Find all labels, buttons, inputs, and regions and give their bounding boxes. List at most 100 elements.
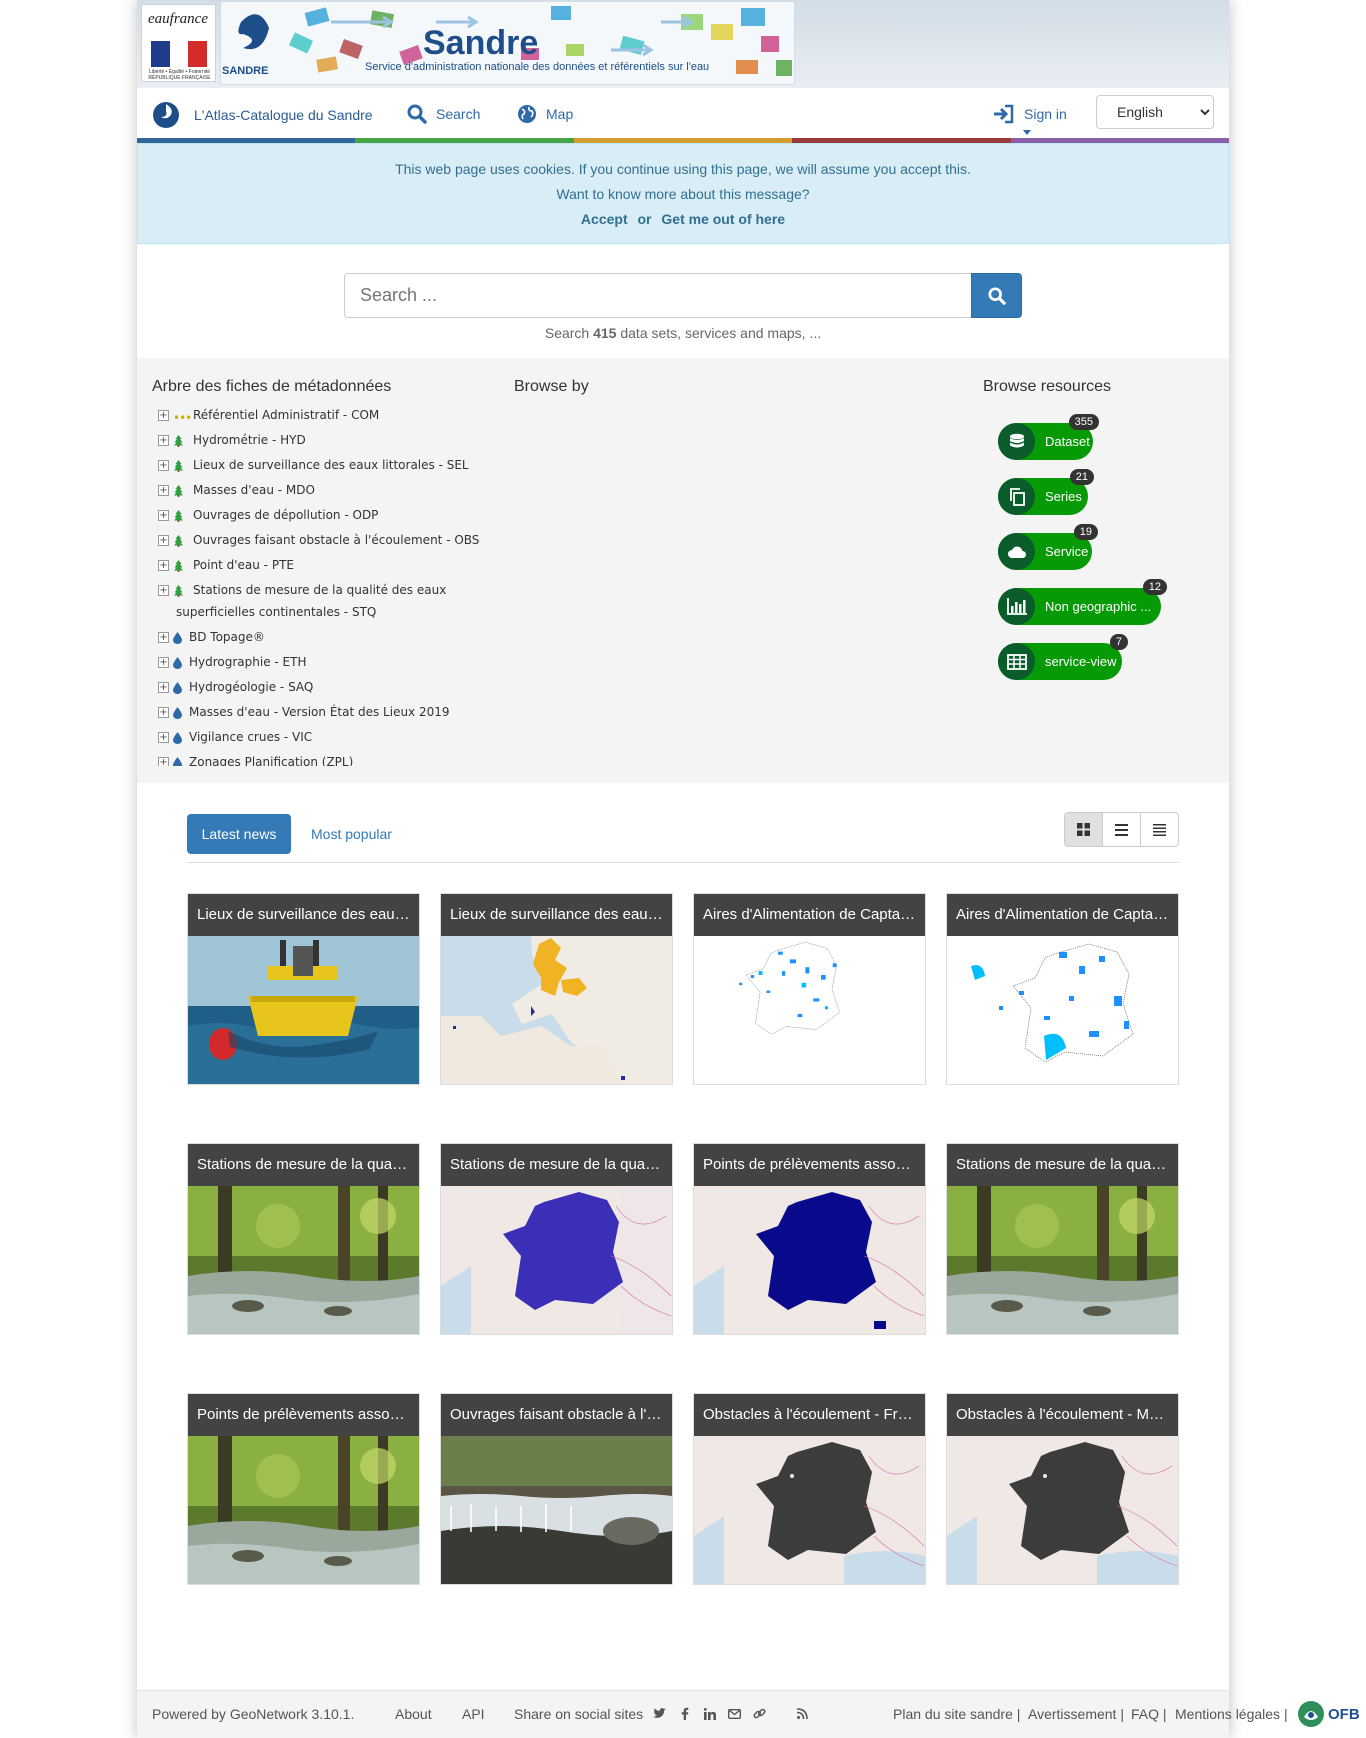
tree-item[interactable]: + Masses d'eau - MDO xyxy=(153,479,483,504)
nav-search[interactable]: Search xyxy=(407,104,480,124)
tree-item[interactable]: + BD Topage® xyxy=(153,626,483,651)
expand-icon[interactable]: + xyxy=(158,485,169,496)
search-button[interactable] xyxy=(971,273,1022,318)
news-card[interactable]: Stations de mesure de la qualité xyxy=(187,1143,420,1335)
resource-service-view-button[interactable]: service-view 7 xyxy=(998,634,1128,680)
twitter-icon[interactable] xyxy=(652,1706,667,1721)
expand-icon[interactable]: + xyxy=(158,682,169,693)
tree-item-label: Hydrogéologie - SAQ xyxy=(189,680,314,694)
tree-item-label: Vigilance crues - VIC xyxy=(189,730,313,744)
news-card[interactable]: Lieux de surveillance des eaux littorale… xyxy=(187,893,420,1085)
expand-icon[interactable]: + xyxy=(158,585,169,596)
cookie-out-link[interactable]: Get me out of here xyxy=(661,211,785,227)
resource-non-geographic-button[interactable]: Non geographic ... 12 xyxy=(998,579,1167,625)
water-drop-icon xyxy=(173,679,182,701)
resource-label: service-view xyxy=(1045,654,1117,669)
tree-item-label: Ouvrages de dépollution - ODP xyxy=(193,508,379,522)
news-card[interactable]: Aires d'Alimentation de Captages xyxy=(693,893,926,1085)
permalink-icon[interactable] xyxy=(752,1706,767,1721)
footer: Powered by GeoNetwork 3.10.1. About API … xyxy=(137,1690,1288,1738)
news-card[interactable]: Ouvrages faisant obstacle à l'écoulement xyxy=(440,1393,673,1585)
tree-icon xyxy=(173,532,184,554)
nav-map[interactable]: Map xyxy=(517,104,573,124)
expand-icon[interactable]: + xyxy=(158,560,169,571)
expand-icon[interactable]: + xyxy=(158,435,169,446)
tree-item[interactable]: + Hydrographie - ETH xyxy=(153,651,483,676)
footer-sitemap-link[interactable]: Plan du site sandre | xyxy=(893,1691,1020,1737)
expand-icon[interactable]: + xyxy=(158,460,169,471)
news-card[interactable]: Stations de mesure de la qualité xyxy=(440,1143,673,1335)
view-toggle-group xyxy=(1064,812,1179,847)
tree-icon xyxy=(173,482,184,504)
resource-count-badge: 12 xyxy=(1142,579,1167,595)
resource-count-badge: 355 xyxy=(1068,414,1099,430)
powered-by: Powered by GeoNetwork 3.10.1. xyxy=(152,1706,355,1722)
grid-view-button[interactable] xyxy=(1065,813,1102,846)
tree-item[interactable]: + Zonages Planification (ZPL) xyxy=(153,751,483,766)
tree-item[interactable]: + Ouvrages de dépollution - ODP xyxy=(153,504,483,529)
expand-icon[interactable]: + xyxy=(158,535,169,546)
footer-api-link[interactable]: API xyxy=(462,1691,485,1737)
expand-icon[interactable]: + xyxy=(158,510,169,521)
ofb-logo[interactable]: OFB xyxy=(1296,1697,1364,1731)
news-card[interactable]: Lieux de surveillance des eaux littorale… xyxy=(440,893,673,1085)
expand-icon[interactable]: + xyxy=(158,732,169,743)
cookie-more-link[interactable]: Want to know more about this message? xyxy=(138,182,1228,207)
news-card[interactable]: Obstacles à l'écoulement - Métropole xyxy=(946,1393,1179,1585)
news-card-thumbnail xyxy=(947,936,1178,1084)
linkedin-icon[interactable] xyxy=(702,1706,717,1721)
rss-icon[interactable] xyxy=(795,1706,810,1721)
list-view-button[interactable] xyxy=(1102,813,1140,846)
resource-series-button[interactable]: Series 21 xyxy=(998,469,1094,515)
tree-item[interactable]: + Lieux de surveillance des eaux littoral… xyxy=(153,454,483,479)
tree-item[interactable]: + Hydrogéologie - SAQ xyxy=(153,676,483,701)
footer-legal-link[interactable]: Mentions légales | xyxy=(1175,1691,1288,1737)
sandre-banner[interactable]: SANDRE Sandre Service d'administration n… xyxy=(220,1,795,85)
tree-item[interactable]: + Hydrométrie - HYD xyxy=(153,429,483,454)
dots-icon: ••• xyxy=(173,411,192,425)
tree-item[interactable]: + Stations de mesure de la qualité des ea… xyxy=(153,579,483,626)
facebook-icon[interactable] xyxy=(677,1706,692,1721)
news-card[interactable]: Aires d'Alimentation de Captages xyxy=(946,893,1179,1085)
tree-item[interactable]: + Ouvrages faisant obstacle à l'écoulemen… xyxy=(153,529,483,554)
search-input[interactable] xyxy=(344,273,973,318)
eaufrance-logo[interactable]: eaufrance Liberté • Égalité • Fraternité… xyxy=(141,4,216,82)
resource-label: Service xyxy=(1045,544,1089,559)
expand-icon[interactable]: + xyxy=(158,657,169,668)
water-drop-icon xyxy=(173,654,182,676)
tree-item[interactable]: + ••• Référentiel Administratif - COM xyxy=(153,404,483,429)
nav-brand[interactable]: L'Atlas-Catalogue du Sandre xyxy=(151,100,373,130)
compact-view-button[interactable] xyxy=(1140,813,1178,846)
resource-label: Dataset xyxy=(1045,434,1090,449)
news-card[interactable]: Obstacles à l'écoulement - France xyxy=(693,1393,926,1585)
language-select[interactable]: English xyxy=(1096,95,1214,129)
compact-list-icon xyxy=(1153,823,1166,836)
email-icon[interactable] xyxy=(727,1706,742,1721)
tree-item[interactable]: + Masses d'eau - Version État des Lieux 2… xyxy=(153,701,483,726)
news-card[interactable]: Stations de mesure de la qualité xyxy=(946,1143,1179,1335)
news-card[interactable]: Points de prélèvements associés xyxy=(187,1393,420,1585)
share-icons xyxy=(652,1706,810,1721)
news-card[interactable]: Points de prélèvements associés xyxy=(693,1143,926,1335)
expand-icon[interactable]: + xyxy=(158,707,169,718)
expand-icon[interactable]: + xyxy=(158,410,169,421)
tab-most-popular[interactable]: Most popular xyxy=(311,814,392,854)
tree-item[interactable]: + Point d'eau - PTE xyxy=(153,554,483,579)
footer-about-link[interactable]: About xyxy=(395,1691,432,1737)
resource-label: Series xyxy=(1045,489,1082,504)
news-card-title: Ouvrages faisant obstacle à l'écoulement xyxy=(441,1394,672,1436)
footer-warning-link[interactable]: Avertissement | xyxy=(1028,1691,1124,1737)
resource-dataset-button[interactable]: Dataset 355 xyxy=(998,414,1099,460)
expand-icon[interactable]: + xyxy=(158,757,169,766)
footer-faq-link[interactable]: FAQ | xyxy=(1131,1691,1167,1737)
caret-down-icon xyxy=(1023,130,1031,135)
nav-signin[interactable]: Sign in xyxy=(993,104,1067,135)
resource-service-button[interactable]: Service 19 xyxy=(998,524,1098,570)
tree-item-label: Lieux de surveillance des eaux littorale… xyxy=(193,458,469,472)
news-card-thumbnail xyxy=(947,1436,1178,1584)
cookie-accept-link[interactable]: Accept xyxy=(581,211,628,227)
metadata-tree: + ••• Référentiel Administratif - COM + Hydr… xyxy=(153,404,483,766)
expand-icon[interactable]: + xyxy=(158,632,169,643)
tree-item[interactable]: + Vigilance crues - VIC xyxy=(153,726,483,751)
tab-latest-news[interactable]: Latest news xyxy=(187,814,291,854)
